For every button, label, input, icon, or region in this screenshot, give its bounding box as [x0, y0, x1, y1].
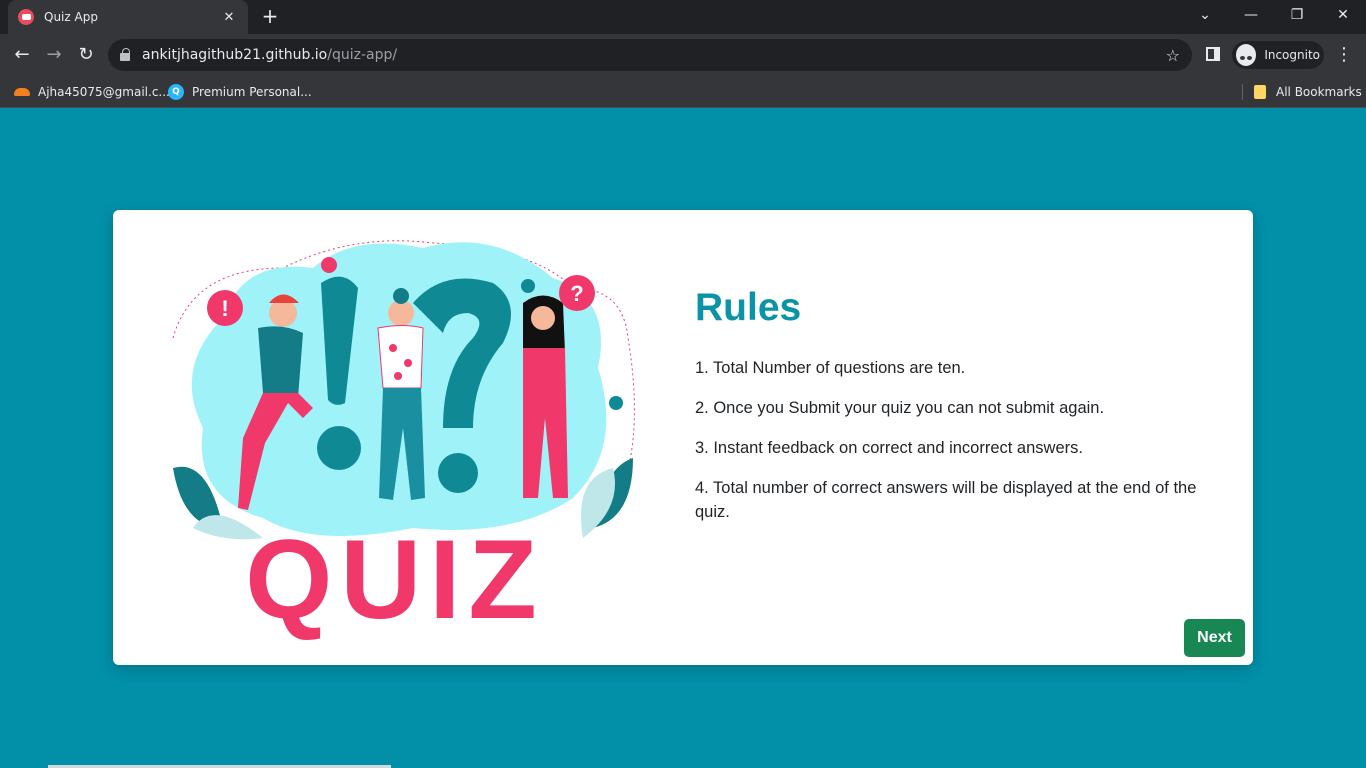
- incognito-label: Incognito: [1264, 48, 1320, 62]
- browser-toolbar: ← → ↻ ankitjhagithub21.github.io/quiz-ap…: [0, 34, 1366, 76]
- svg-text:?: ?: [570, 281, 583, 306]
- bookmark-label: Ajha45075@gmail.c...: [38, 85, 170, 99]
- address-bar[interactable]: ankitjhagithub21.github.io/quiz-app/ ☆: [108, 39, 1192, 71]
- bookmark-item-email[interactable]: Ajha45075@gmail.c...: [14, 82, 170, 102]
- quiz-illustration: ! ? QUIZ: [172, 240, 635, 642]
- search-circle-icon: Q: [168, 84, 184, 100]
- tab-quiz-app[interactable]: Quiz App ✕: [8, 0, 248, 34]
- quiz-favicon-icon: [18, 9, 34, 25]
- bookmark-item-premium[interactable]: Q Premium Personal...: [168, 82, 312, 102]
- reload-icon[interactable]: ↻: [72, 41, 100, 69]
- rules-list: 1. Total Number of questions are ten. 2.…: [695, 356, 1225, 524]
- quiz-word: QUIZ: [245, 517, 545, 642]
- polka-dot: [394, 372, 402, 380]
- folder-icon: [1254, 85, 1266, 99]
- close-window-button[interactable]: ✕: [1320, 0, 1366, 32]
- incognito-icon: [1236, 44, 1257, 66]
- new-tab-button[interactable]: +: [258, 4, 282, 28]
- bookmarks-bar: Ajha45075@gmail.c... Q Premium Personal.…: [0, 76, 1366, 108]
- all-bookmarks-button[interactable]: All Bookmarks: [1254, 82, 1362, 102]
- close-tab-icon[interactable]: ✕: [220, 10, 238, 25]
- polka-dot: [404, 359, 412, 367]
- svg-text:!: !: [221, 296, 228, 321]
- person-left-jacket: [258, 326, 303, 398]
- person-middle-bun: [393, 288, 409, 304]
- cloudflare-icon: [14, 88, 30, 96]
- restore-button[interactable]: ❐: [1274, 0, 1320, 32]
- decor-dot: [521, 279, 535, 293]
- rule-item: 4. Total number of correct answers will …: [695, 479, 1197, 521]
- question-dot: [438, 453, 478, 493]
- forward-icon[interactable]: →: [40, 41, 68, 69]
- all-bookmarks-label: All Bookmarks: [1276, 85, 1362, 99]
- next-button[interactable]: Next: [1184, 619, 1245, 657]
- rule-item: 1. Total Number of questions are ten.: [695, 359, 966, 377]
- back-icon[interactable]: ←: [8, 41, 36, 69]
- url-path: /quiz-app/: [327, 47, 398, 63]
- person-left-head: [269, 299, 297, 327]
- rules-title: Rules: [695, 286, 802, 329]
- side-panel-icon[interactable]: [1206, 47, 1220, 61]
- rules-card: ! ? QUIZ Rules 1. Total Number of questi…: [113, 210, 1253, 665]
- polka-dot: [389, 344, 397, 352]
- rule-item: 3. Instant feedback on correct and incor…: [695, 439, 1083, 457]
- bookmark-label: Premium Personal...: [192, 85, 312, 99]
- incognito-profile-button[interactable]: Incognito: [1232, 41, 1324, 69]
- rule-item: 2. Once you Submit your quiz you can not…: [695, 399, 1105, 417]
- tab-search-chevron-icon[interactable]: ⌄: [1182, 0, 1228, 32]
- url-host: ankitjhagithub21.github.io: [142, 47, 328, 63]
- bookmarks-divider: [1242, 84, 1243, 100]
- decor-dot: [609, 396, 623, 410]
- tab-title: Quiz App: [44, 10, 98, 24]
- tab-strip: Quiz App ✕ + ⌄ — ❐ ✕: [0, 0, 1366, 34]
- lock-icon[interactable]: [120, 48, 130, 61]
- person-right-head: [531, 306, 555, 330]
- bookmark-star-icon[interactable]: ☆: [1166, 46, 1180, 65]
- minimize-button[interactable]: —: [1228, 0, 1274, 32]
- decor-dot: [321, 257, 337, 273]
- exclamation-dot: [317, 426, 361, 470]
- menu-kebab-icon[interactable]: ⋮: [1334, 41, 1354, 69]
- rules-section: Rules 1. Total Number of questions are t…: [695, 286, 1225, 540]
